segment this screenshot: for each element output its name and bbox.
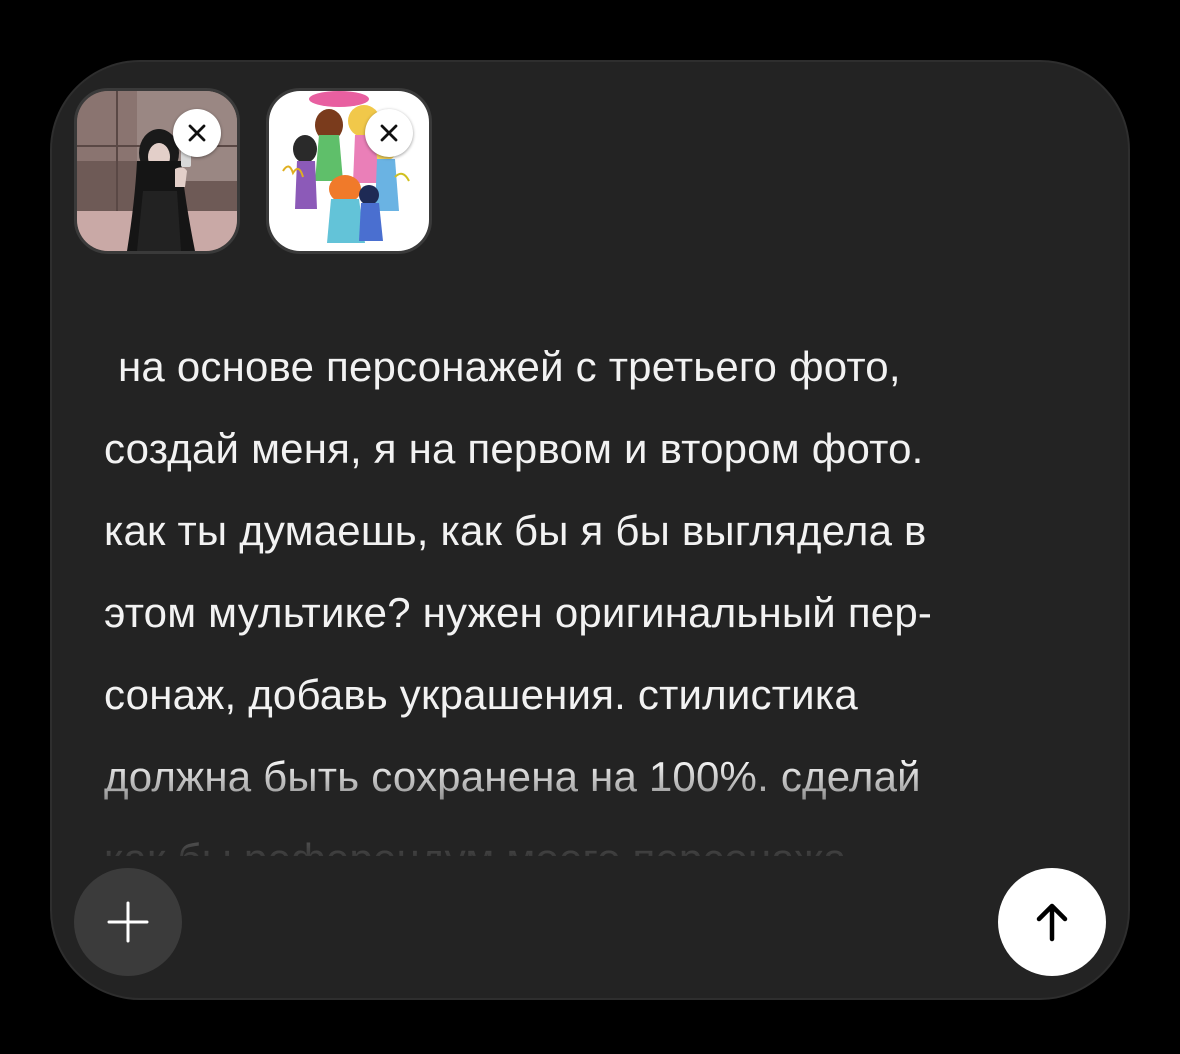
add-attachment-button[interactable] <box>74 868 182 976</box>
message-line: должна быть сохранена на 100%. сделай <box>104 753 921 800</box>
attachment-thumbnail-1[interactable] <box>74 88 240 254</box>
message-line: создай меня, я на первом и втором фото. <box>104 425 924 472</box>
message-line: сонаж, добавь украшения. стилистика <box>104 671 858 718</box>
close-icon <box>380 124 398 142</box>
remove-attachment-button-1[interactable] <box>173 109 221 157</box>
attachments-row <box>74 88 432 254</box>
message-line: на основе персонажей с третьего фото, <box>118 343 901 390</box>
message-line: этом мультике? нужен оригинальный пер- <box>104 589 933 636</box>
close-icon <box>188 124 206 142</box>
message-line: как бы референдум моего персонажа <box>104 818 1094 856</box>
remove-attachment-button-2[interactable] <box>365 109 413 157</box>
message-input[interactable]: на основе персонажей с третьего фото, со… <box>104 326 1094 856</box>
message-line: как ты думаешь, как бы я бы выглядела в <box>104 507 927 554</box>
send-button[interactable] <box>998 868 1106 976</box>
attachment-thumbnail-2[interactable] <box>266 88 432 254</box>
plus-icon <box>107 901 149 943</box>
message-composer: на основе персонажей с третьего фото, со… <box>50 60 1130 1000</box>
arrow-up-icon <box>1036 903 1068 942</box>
